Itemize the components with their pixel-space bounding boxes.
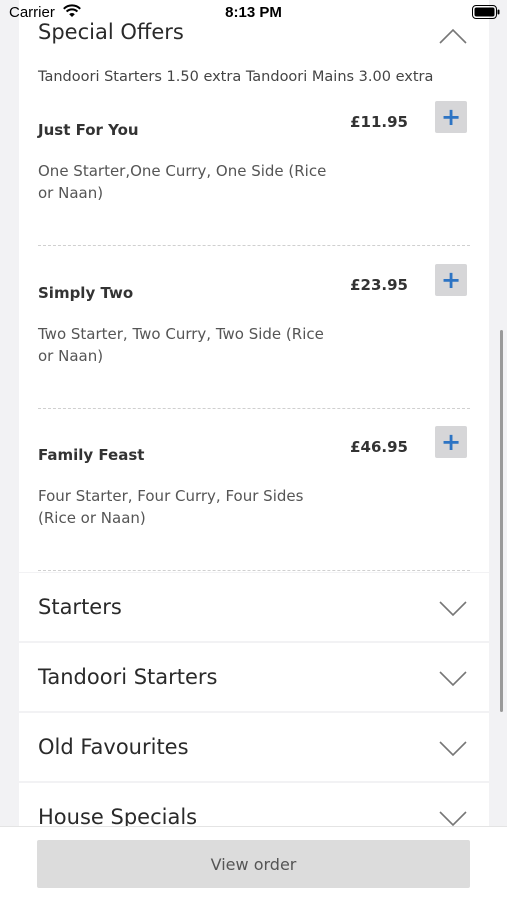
section-title: Starters [38, 595, 122, 619]
screen: Carrier 8:13 PM Special Offers Tandoori … [0, 0, 507, 900]
item-price: £46.95 [350, 438, 408, 456]
item-description: Two Starter, Two Curry, Two Side (Rice o… [38, 325, 324, 365]
add-item-button[interactable]: + [435, 264, 467, 296]
item-name: Simply Two [38, 284, 134, 302]
status-time: 8:13 PM [225, 4, 282, 21]
item-description: Four Starter, Four Curry, Four Sides (Ri… [38, 487, 304, 527]
view-order-button[interactable]: View order [37, 840, 470, 888]
item-name: Just For You [38, 121, 139, 139]
battery-icon [472, 5, 500, 19]
chevron-down-icon[interactable] [439, 811, 467, 827]
item-price: £11.95 [350, 113, 408, 131]
section-starters[interactable]: Starters [19, 573, 489, 641]
offers-note: Tandoori Starters 1.50 extra Tandoori Ma… [38, 69, 434, 85]
chevron-down-icon[interactable] [439, 741, 467, 757]
item-price: £23.95 [350, 276, 408, 294]
item-divider [38, 570, 470, 571]
section-old-favourites[interactable]: Old Favourites [19, 713, 489, 781]
chevron-down-icon[interactable] [439, 671, 467, 687]
add-item-button[interactable]: + [435, 101, 467, 133]
add-item-button[interactable]: + [435, 426, 467, 458]
status-bar: Carrier 8:13 PM [0, 0, 507, 28]
item-description: One Starter,One Curry, One Side (Rice or… [38, 162, 327, 202]
section-tandoori-starters[interactable]: Tandoori Starters [19, 643, 489, 711]
item-divider [38, 408, 470, 409]
bottom-bar: View order [0, 826, 507, 900]
scroll-indicator[interactable] [500, 330, 503, 712]
section-title: Tandoori Starters [38, 665, 218, 689]
section-title: Old Favourites [38, 735, 189, 759]
special-offers-section: Special Offers Tandoori Starters 1.50 ex… [19, 0, 489, 572]
item-name: Family Feast [38, 446, 145, 464]
chevron-down-icon[interactable] [439, 601, 467, 617]
chevron-up-icon[interactable] [439, 28, 467, 44]
item-divider [38, 245, 470, 246]
